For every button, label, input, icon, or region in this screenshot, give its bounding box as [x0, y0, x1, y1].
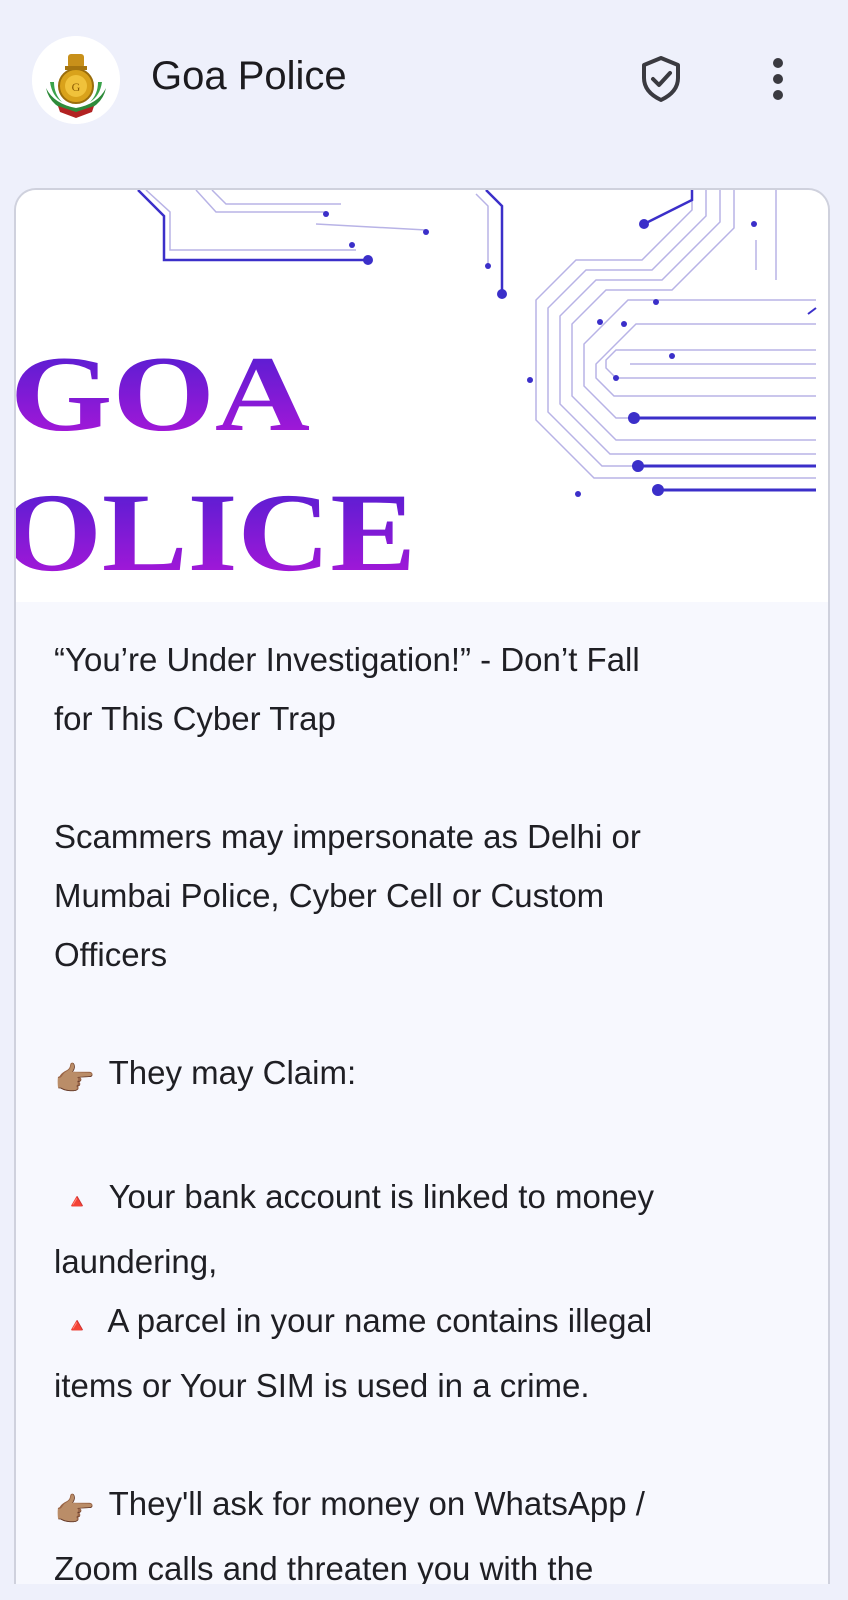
ask-paragraph: 👉🏽 They'll ask for money on WhatsApp / Z…: [54, 1474, 794, 1590]
more-vert-icon: [773, 58, 783, 100]
message-text: “You’re Under Investigation!” - Don’t Fa…: [54, 630, 794, 1590]
message-headline: “You’re Under Investigation!” - Don’t Fa…: [54, 630, 794, 748]
text-line: Your bank account is linked to money: [108, 1178, 655, 1215]
pointing-hand-icon: 👉🏽: [54, 1491, 96, 1528]
message-paragraph: Scammers may impersonate as Delhi or Mum…: [54, 807, 794, 984]
text-line: laundering,: [54, 1243, 218, 1280]
banner-text-police: OLICE: [16, 471, 416, 595]
claim-heading: 👉🏽 They may Claim:: [54, 1043, 794, 1108]
more-options-button[interactable]: [756, 52, 800, 106]
text-line: Officers: [54, 936, 168, 973]
text-line: Zoom calls and threaten you with the: [54, 1550, 594, 1587]
text-line: They may Claim:: [108, 1054, 357, 1091]
bottom-edge: [0, 1584, 848, 1600]
verified-shield-button[interactable]: [636, 52, 686, 106]
text-line: A parcel in your name contains illegal: [107, 1302, 653, 1339]
claim-bullets: 🔺 Your bank account is linked to money l…: [54, 1167, 794, 1415]
text-line: They'll ask for money on WhatsApp /: [108, 1485, 645, 1522]
pointing-hand-icon: 👉🏽: [54, 1060, 96, 1097]
post-banner-image[interactable]: GOA OLICE: [16, 190, 828, 602]
svg-text:G: G: [72, 80, 81, 94]
text-line: Mumbai Police, Cyber Cell or Custom: [54, 877, 605, 914]
text-line: “You’re Under Investigation!” - Don’t Fa…: [54, 641, 640, 678]
text-line: items or Your SIM is used in a crime.: [54, 1367, 590, 1404]
text-line: for This Cyber Trap: [54, 700, 336, 737]
app-header: G Goa Police: [0, 0, 848, 160]
text-line: Scammers may impersonate as Delhi or: [54, 818, 641, 855]
message-card: GOA OLICE “You’re Under Investigation!” …: [14, 188, 830, 1590]
red-triangle-icon: 🔺: [64, 1315, 90, 1337]
page-title: Goa Police: [151, 54, 347, 98]
banner-text-goa: GOA: [16, 335, 310, 454]
goa-police-emblem-icon[interactable]: G: [32, 36, 120, 124]
shield-check-icon: [642, 56, 680, 102]
red-triangle-icon: 🔺: [64, 1191, 90, 1213]
